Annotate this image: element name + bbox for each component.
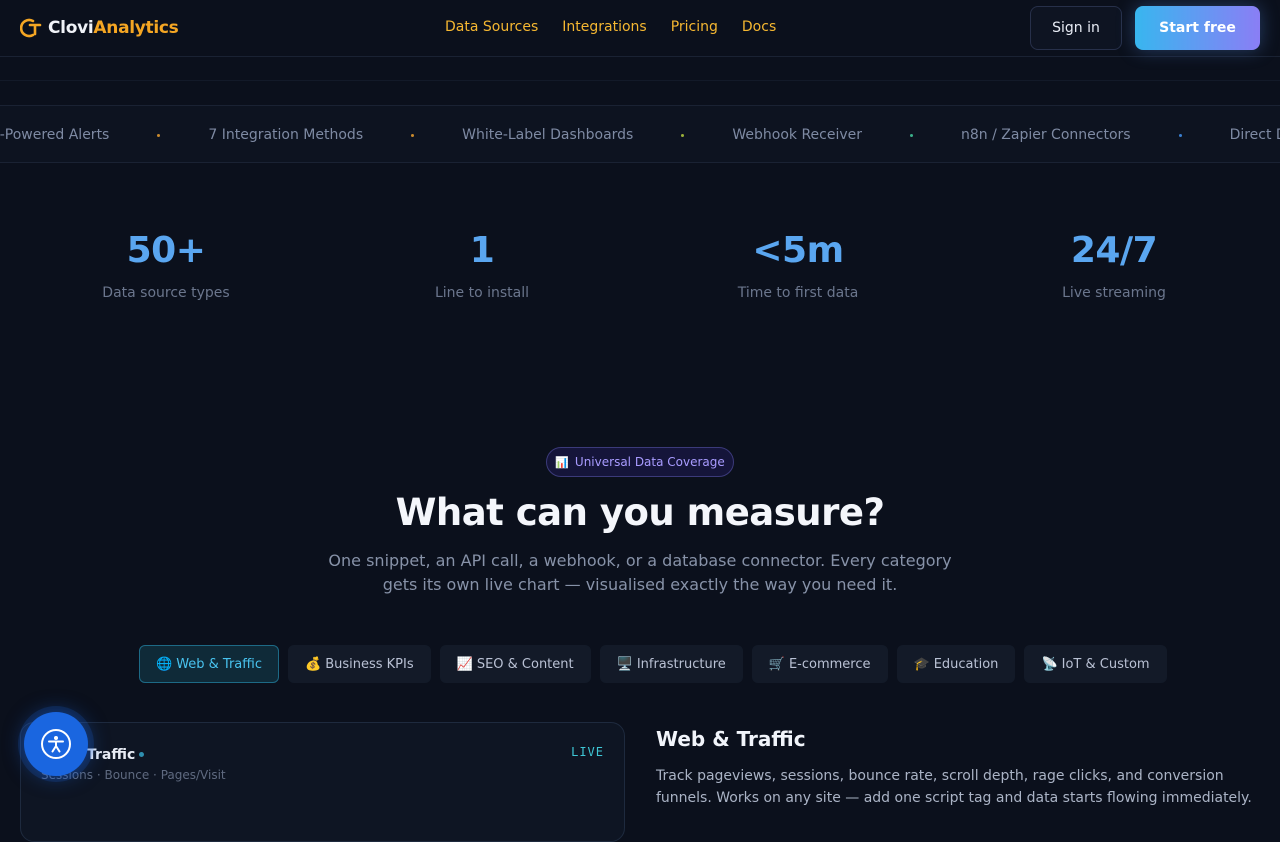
stat-streaming: 24/7 Live streaming bbox=[994, 230, 1234, 301]
category-tabs: 🌐 Web & Traffic 💰 Business KPIs 📈 SEO & Con… bbox=[139, 645, 1167, 683]
live-badge: LIVE bbox=[571, 745, 604, 759]
monitor-icon: 🖥️ bbox=[616, 656, 633, 672]
tab-business-kpis[interactable]: 💰 Business KPIs bbox=[288, 645, 431, 683]
status-dot bbox=[139, 752, 144, 757]
tab-iot-custom[interactable]: 📡 IoT & Custom bbox=[1024, 645, 1167, 683]
section-badge: 📊 Universal Data Coverage bbox=[546, 447, 734, 477]
main-menu: Data Sources Integrations Pricing Docs bbox=[445, 19, 776, 35]
ticker-item: 7 Integration Methods bbox=[208, 127, 364, 143]
brand-name: CloviAnalytics bbox=[48, 18, 179, 38]
ticker-separator-dot bbox=[157, 133, 161, 137]
sign-in-button[interactable]: Sign in bbox=[1030, 6, 1122, 50]
ticker-item: Direct DB bbox=[1229, 127, 1280, 143]
ticker-item: Webhook Receiver bbox=[732, 127, 863, 143]
detail-text: Track pageviews, sessions, bounce rate, … bbox=[656, 768, 1252, 806]
tab-label: Education bbox=[933, 656, 999, 672]
tab-education[interactable]: 🎓 Education bbox=[896, 645, 1016, 683]
traffic-chart-card: Traffic Sessions · Bounce · Pages/Visit … bbox=[20, 722, 625, 842]
chart-up-icon: 📈 bbox=[456, 656, 473, 672]
tab-web-traffic[interactable]: 🌐 Web & Traffic bbox=[139, 645, 279, 683]
feature-ticker: AI-Powered Alerts 7 Integration Methods Wh… bbox=[0, 105, 1280, 163]
tab-label: SEO & Content bbox=[476, 656, 574, 672]
ticker-separator-dot bbox=[910, 133, 914, 137]
nav-link-integrations[interactable]: Integrations bbox=[562, 19, 646, 35]
cart-icon: 🛒 bbox=[768, 656, 785, 672]
section-title: What can you measure? bbox=[395, 491, 885, 534]
stat-data-sources: 50+ Data source types bbox=[46, 230, 286, 301]
person-icon bbox=[48, 736, 64, 753]
ticker-item: AI-Powered Alerts bbox=[0, 127, 110, 143]
ticker-track: AI-Powered Alerts 7 Integration Methods Wh… bbox=[0, 106, 1280, 162]
bar-chart-icon: 📊 bbox=[555, 455, 569, 469]
tab-infrastructure[interactable]: 🖥️ Infrastructure bbox=[599, 645, 743, 683]
ticker-separator-dot bbox=[411, 133, 415, 137]
graduation-cap-icon: 🎓 bbox=[913, 656, 930, 672]
stat-label: Data source types bbox=[102, 285, 230, 301]
stat-first-data: <5m Time to first data bbox=[678, 230, 918, 301]
section-badge-label: Universal Data Coverage bbox=[574, 455, 725, 469]
divider-band bbox=[0, 80, 1280, 106]
stat-value: 1 bbox=[469, 230, 495, 271]
start-free-button[interactable]: Start free bbox=[1135, 6, 1260, 50]
accessibility-icon bbox=[41, 729, 71, 759]
ticker-separator-dot bbox=[681, 133, 685, 137]
nav-link-docs[interactable]: Docs bbox=[742, 19, 776, 35]
tab-ecommerce[interactable]: 🛒 E-commerce bbox=[751, 645, 888, 683]
satellite-icon: 📡 bbox=[1041, 656, 1058, 672]
tab-label: IoT & Custom bbox=[1061, 656, 1150, 672]
tab-label: Business KPIs bbox=[325, 656, 414, 672]
tab-label: Web & Traffic bbox=[176, 656, 262, 672]
card-title: Traffic bbox=[87, 747, 136, 763]
ticker-item: n8n / Zapier Connectors bbox=[961, 127, 1131, 143]
nav-link-data-sources[interactable]: Data Sources bbox=[445, 19, 538, 35]
stat-value: <5m bbox=[752, 230, 844, 271]
top-navbar: CloviAnalytics Data Sources Integrations… bbox=[0, 0, 1280, 57]
stat-label: Line to install bbox=[434, 285, 530, 301]
nav-link-pricing[interactable]: Pricing bbox=[671, 19, 718, 35]
tab-label: E-commerce bbox=[788, 656, 871, 672]
money-bag-icon: 💰 bbox=[305, 656, 322, 672]
tab-label: Infrastructure bbox=[636, 656, 726, 672]
accessibility-button[interactable] bbox=[24, 712, 88, 776]
ticker-separator-dot bbox=[1178, 133, 1182, 137]
globe-icon: 🌐 bbox=[156, 656, 173, 672]
section-subtitle: One snippet, an API call, a webhook, or … bbox=[328, 551, 952, 594]
logo-icon bbox=[20, 18, 42, 38]
tab-seo-content[interactable]: 📈 SEO & Content bbox=[439, 645, 591, 683]
logo[interactable]: CloviAnalytics bbox=[20, 16, 179, 40]
stat-install: 1 Line to install bbox=[362, 230, 602, 301]
stat-label: Time to first data bbox=[737, 285, 859, 301]
detail-title: Web & Traffic bbox=[656, 727, 806, 751]
stat-label: Live streaming bbox=[1062, 285, 1166, 301]
ticker-item: White-Label Dashboards bbox=[462, 127, 634, 143]
stat-value: 50+ bbox=[126, 230, 206, 271]
stat-value: 24/7 bbox=[1070, 230, 1158, 271]
